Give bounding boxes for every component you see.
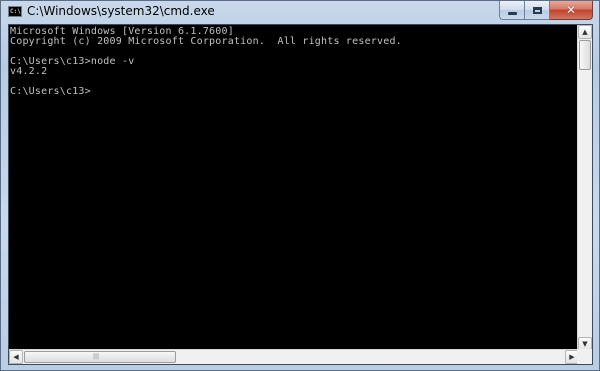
horizontal-scrollbar[interactable]: ◀ ||| ▶: [9, 349, 579, 364]
vertical-scrollbar[interactable]: ▲ ▼: [577, 25, 592, 351]
close-icon: ✕: [565, 3, 577, 17]
scroll-up-button[interactable]: ▲: [578, 25, 592, 39]
arrow-up-icon: ▲: [582, 28, 588, 36]
vertical-scroll-thumb[interactable]: [579, 40, 591, 70]
horizontal-scroll-thumb[interactable]: |||: [24, 351, 176, 363]
console-line: Copyright (c) 2009 Microsoft Corporation…: [10, 36, 402, 47]
grip-icon: |||: [93, 353, 100, 360]
console-output[interactable]: Microsoft Windows [Version 6.1.7600] Cop…: [9, 25, 579, 351]
scrollbar-corner: [577, 349, 592, 364]
maximize-button[interactable]: [525, 1, 550, 20]
window-title: C:\Windows\system32\cmd.exe: [27, 4, 215, 18]
arrow-left-icon: ◀: [13, 353, 19, 361]
arrow-down-icon: ▼: [582, 340, 588, 348]
caption-buttons: ✕: [499, 1, 593, 20]
minimize-icon: [507, 11, 517, 15]
cmd-window: C:\ C:\Windows\system32\cmd.exe ✕ Micros…: [0, 0, 600, 371]
title-bar[interactable]: C:\ C:\Windows\system32\cmd.exe ✕: [1, 1, 599, 23]
cmd-icon[interactable]: C:\: [8, 6, 22, 17]
console-line: v4.2.2: [10, 66, 48, 77]
arrow-right-icon: ▶: [569, 353, 575, 361]
minimize-button[interactable]: [499, 1, 525, 20]
maximize-icon: [532, 6, 542, 14]
close-button[interactable]: ✕: [550, 1, 593, 20]
console-prompt-line: C:\Users\c13>: [10, 86, 91, 97]
console-client-area: Microsoft Windows [Version 6.1.7600] Cop…: [8, 24, 593, 365]
scroll-left-button[interactable]: ◀: [9, 350, 23, 364]
